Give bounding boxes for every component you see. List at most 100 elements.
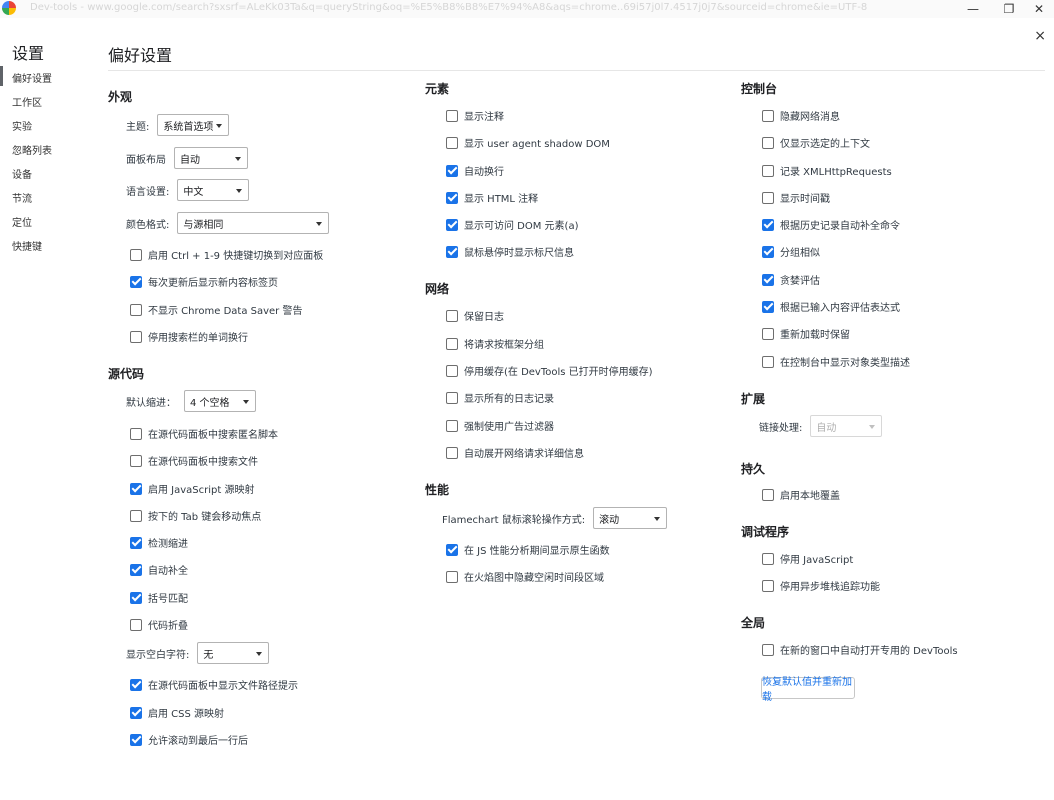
checkbox-row[interactable]: 贪婪评估 — [762, 272, 820, 287]
flamechart-select[interactable]: 滚动 — [593, 507, 668, 529]
language-select[interactable]: 中文 — [177, 179, 250, 201]
checkbox[interactable] — [762, 579, 774, 592]
sidebar-item-workspace[interactable]: 工作区 — [12, 94, 42, 109]
checkbox[interactable] — [762, 327, 774, 340]
panel-layout-select[interactable]: 自动 — [174, 147, 248, 169]
checkbox-row[interactable]: 分组相似 — [762, 244, 820, 259]
checkbox[interactable] — [130, 482, 142, 495]
checkbox[interactable] — [446, 164, 458, 177]
checkbox-row[interactable]: 允许滚动到最后一行后 — [130, 732, 248, 747]
checkbox[interactable] — [130, 248, 142, 261]
sidebar-item-preferences[interactable]: 偏好设置 — [12, 70, 52, 85]
checkbox[interactable] — [130, 303, 142, 316]
checkbox-row[interactable]: 自动补全 — [130, 562, 188, 577]
checkbox-row[interactable]: 在 JS 性能分析期间显示原生函数 — [446, 542, 610, 557]
checkbox-row[interactable]: 按下的 Tab 键会移动焦点 — [130, 508, 261, 523]
checkbox-row[interactable]: 显示 HTML 注释 — [446, 190, 538, 205]
checkbox[interactable] — [446, 245, 458, 258]
checkbox[interactable] — [130, 454, 142, 467]
checkbox[interactable] — [446, 570, 458, 583]
checkbox-row[interactable]: 启用 Ctrl + 1-9 快捷键切换到对应面板 — [130, 247, 323, 262]
checkbox-row[interactable]: 重新加载时保留 — [762, 326, 850, 341]
checkbox[interactable] — [762, 218, 774, 231]
sidebar-item-devices[interactable]: 设备 — [12, 166, 32, 181]
checkbox[interactable] — [446, 337, 458, 350]
checkbox[interactable] — [130, 536, 142, 549]
checkbox-row[interactable]: 自动展开网络请求详细信息 — [446, 445, 584, 460]
checkbox-row[interactable]: 每次更新后显示新内容标签页 — [130, 274, 278, 289]
checkbox-row[interactable]: 仅显示选定的上下文 — [762, 135, 870, 150]
checkbox-row[interactable]: 保留日志 — [446, 308, 504, 323]
checkbox[interactable] — [446, 191, 458, 204]
checkbox-row[interactable]: 根据已输入内容评估表达式 — [762, 299, 900, 314]
checkbox-row[interactable]: 在源代码面板中显示文件路径提示 — [130, 677, 298, 692]
checkbox-row[interactable]: 不显示 Chrome Data Saver 警告 — [130, 302, 302, 317]
checkbox-row[interactable]: 记录 XMLHttpRequests — [762, 163, 892, 178]
checkbox[interactable] — [130, 678, 142, 691]
checkbox[interactable] — [446, 218, 458, 231]
checkbox[interactable] — [130, 591, 142, 604]
checkbox-row[interactable]: 启用 JavaScript 源映射 — [130, 481, 254, 496]
checkbox[interactable] — [130, 618, 142, 631]
sidebar-item-shortcuts[interactable]: 快捷键 — [12, 238, 42, 253]
theme-select[interactable]: 系统首选项 — [157, 114, 230, 136]
checkbox-row[interactable]: 在源代码面板中搜索文件 — [130, 453, 258, 468]
checkbox[interactable] — [446, 391, 458, 404]
checkbox[interactable] — [446, 364, 458, 377]
sidebar-item-throttling[interactable]: 节流 — [12, 190, 32, 205]
checkbox[interactable] — [446, 109, 458, 122]
checkbox-row[interactable]: 显示可访问 DOM 元素(a) — [446, 217, 579, 232]
checkbox[interactable] — [446, 419, 458, 432]
restore-defaults-button[interactable]: 恢复默认值并重新加载 — [761, 677, 855, 703]
checkbox-row[interactable]: 自动换行 — [446, 163, 504, 178]
checkbox-row[interactable]: 将请求按框架分组 — [446, 336, 544, 351]
checkbox-row[interactable]: 启用 CSS 源映射 — [130, 705, 224, 720]
checkbox-row[interactable]: 显示时间戳 — [762, 190, 830, 205]
checkbox-row[interactable]: 括号匹配 — [130, 590, 188, 605]
checkbox[interactable] — [130, 427, 142, 440]
checkbox[interactable] — [762, 488, 774, 501]
checkbox[interactable] — [762, 643, 774, 656]
checkbox-row[interactable]: 显示注释 — [446, 108, 504, 123]
checkbox[interactable] — [762, 355, 774, 368]
checkbox[interactable] — [130, 330, 142, 343]
sidebar-item-experiments[interactable]: 实验 — [12, 118, 32, 133]
checkbox-row[interactable]: 停用异步堆栈追踪功能 — [762, 578, 880, 593]
window-close-button[interactable]: ✕ — [1024, 0, 1054, 18]
checkbox-row[interactable]: 强制使用广告过滤器 — [446, 418, 554, 433]
checkbox-row[interactable]: 在新的窗口中自动打开专用的 DevTools — [762, 642, 958, 657]
checkbox-row[interactable]: 在源代码面板中搜索匿名脚本 — [130, 426, 278, 441]
sidebar-item-ignore-list[interactable]: 忽略列表 — [12, 142, 52, 157]
checkbox[interactable] — [762, 300, 774, 313]
checkbox[interactable] — [762, 245, 774, 258]
close-settings-icon[interactable]: × — [1034, 28, 1046, 44]
checkbox-row[interactable]: 在火焰图中隐藏空闲时间段区域 — [446, 569, 604, 584]
checkbox[interactable] — [762, 191, 774, 204]
checkbox[interactable] — [130, 706, 142, 719]
checkbox[interactable] — [446, 136, 458, 149]
maximize-button[interactable]: ❐ — [994, 0, 1024, 18]
checkbox-row[interactable]: 显示 user agent shadow DOM — [446, 135, 610, 150]
indent-select[interactable]: 4 个空格 — [184, 390, 256, 412]
checkbox[interactable] — [762, 273, 774, 286]
checkbox-row[interactable]: 显示所有的日志记录 — [446, 390, 554, 405]
checkbox-row[interactable]: 停用缓存(在 DevTools 已打开时停用缓存) — [446, 363, 653, 378]
checkbox-row[interactable]: 根据历史记录自动补全命令 — [762, 217, 900, 232]
checkbox[interactable] — [762, 136, 774, 149]
checkbox-row[interactable]: 停用搜索栏的单词换行 — [130, 329, 248, 344]
checkbox-row[interactable]: 在控制台中显示对象类型描述 — [762, 354, 910, 369]
checkbox[interactable] — [130, 509, 142, 522]
checkbox-row[interactable]: 检测缩进 — [130, 535, 188, 550]
checkbox[interactable] — [762, 109, 774, 122]
checkbox-row[interactable]: 停用 JavaScript — [762, 551, 853, 566]
checkbox[interactable] — [130, 563, 142, 576]
checkbox[interactable] — [130, 275, 142, 288]
checkbox[interactable] — [762, 552, 774, 565]
checkbox-row[interactable]: 鼠标悬停时显示标尺信息 — [446, 244, 574, 259]
checkbox-row[interactable]: 隐藏网络消息 — [762, 108, 840, 123]
checkbox[interactable] — [446, 446, 458, 459]
whitespace-select[interactable]: 无 — [197, 642, 270, 664]
checkbox-row[interactable]: 启用本地覆盖 — [762, 487, 840, 502]
sidebar-item-locations[interactable]: 定位 — [12, 214, 32, 229]
checkbox[interactable] — [446, 309, 458, 322]
